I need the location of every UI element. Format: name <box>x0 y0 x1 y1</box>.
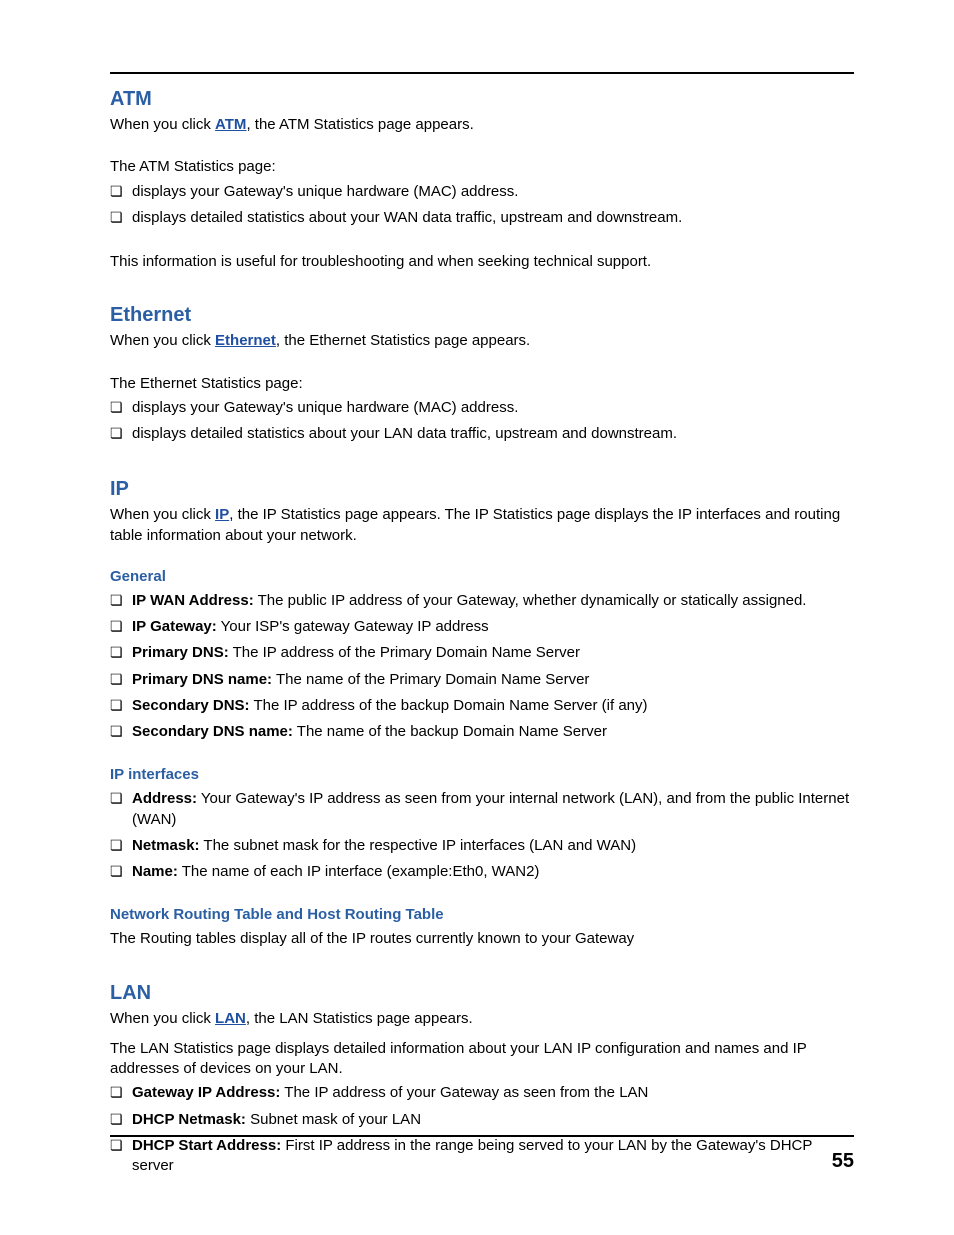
term: Primary DNS: <box>132 644 229 661</box>
ip-general-heading: General <box>110 568 854 585</box>
top-rule <box>110 72 854 74</box>
def: The public IP address of your Gateway, w… <box>254 592 807 609</box>
lan-lead: The LAN Statistics page displays detaile… <box>110 1039 854 1080</box>
ip-interfaces-heading: IP interfaces <box>110 766 854 783</box>
atm-footer: This information is useful for troublesh… <box>110 252 854 272</box>
def: Your Gateway's IP address as seen from y… <box>132 790 849 827</box>
ethernet-intro-pre: When you click <box>110 332 215 349</box>
def: Your ISP's gateway Gateway IP address <box>217 618 489 635</box>
list-item: displays your Gateway's unique hardware … <box>110 182 854 202</box>
atm-list: displays your Gateway's unique hardware … <box>110 182 854 229</box>
bottom-rule <box>110 1135 854 1137</box>
atm-heading: ATM <box>110 88 854 111</box>
atm-intro: When you click ATM, the ATM Statistics p… <box>110 115 854 135</box>
term: Address: <box>132 790 197 807</box>
term: IP Gateway: <box>132 618 217 635</box>
def: The name of each IP interface (example:E… <box>178 863 540 880</box>
list-item: Secondary DNS: The IP address of the bac… <box>110 696 854 716</box>
ip-link[interactable]: IP <box>215 506 229 523</box>
list-item: DHCP Start Address: First IP address in … <box>110 1136 854 1177</box>
lan-list: Gateway IP Address: The IP address of yo… <box>110 1083 854 1176</box>
list-item: Netmask: The subnet mask for the respect… <box>110 836 854 856</box>
term: DHCP Netmask: <box>132 1111 246 1128</box>
list-item: displays your Gateway's unique hardware … <box>110 398 854 418</box>
atm-link[interactable]: ATM <box>215 116 246 133</box>
def: The IP address of the Primary Domain Nam… <box>229 644 580 661</box>
def: The subnet mask for the respective IP in… <box>200 837 637 854</box>
list-item: DHCP Netmask: Subnet mask of your LAN <box>110 1110 854 1130</box>
lan-heading: LAN <box>110 982 854 1005</box>
list-item: Name: The name of each IP interface (exa… <box>110 862 854 882</box>
list-item: Primary DNS name: The name of the Primar… <box>110 670 854 690</box>
lan-intro: When you click LAN, the LAN Statistics p… <box>110 1009 854 1029</box>
list-item: Secondary DNS name: The name of the back… <box>110 722 854 742</box>
ethernet-list: displays your Gateway's unique hardware … <box>110 398 854 445</box>
list-item: Primary DNS: The IP address of the Prima… <box>110 643 854 663</box>
list-item: Gateway IP Address: The IP address of yo… <box>110 1083 854 1103</box>
lan-intro-pre: When you click <box>110 1010 215 1027</box>
term: Primary DNS name: <box>132 671 272 688</box>
page-number: 55 <box>832 1150 854 1173</box>
ip-intro-pre: When you click <box>110 506 215 523</box>
atm-intro-post: , the ATM Statistics page appears. <box>246 116 473 133</box>
ip-routing-heading: Network Routing Table and Host Routing T… <box>110 906 854 923</box>
list-item: IP WAN Address: The public IP address of… <box>110 591 854 611</box>
def: The name of the backup Domain Name Serve… <box>293 723 607 740</box>
ip-intro: When you click IP, the IP Statistics pag… <box>110 505 854 546</box>
list-item: displays detailed statistics about your … <box>110 424 854 444</box>
term: Secondary DNS: <box>132 697 250 714</box>
def: Subnet mask of your LAN <box>246 1111 421 1128</box>
ethernet-link[interactable]: Ethernet <box>215 332 276 349</box>
term: DHCP Start Address: <box>132 1137 281 1154</box>
page: ATM When you click ATM, the ATM Statisti… <box>0 0 954 1235</box>
term: Gateway IP Address: <box>132 1084 280 1101</box>
ethernet-intro: When you click Ethernet, the Ethernet St… <box>110 331 854 351</box>
ip-routing-body: The Routing tables display all of the IP… <box>110 929 854 949</box>
ip-general-list: IP WAN Address: The public IP address of… <box>110 591 854 743</box>
lan-intro-post: , the LAN Statistics page appears. <box>246 1010 473 1027</box>
lan-link[interactable]: LAN <box>215 1010 246 1027</box>
atm-lead: The ATM Statistics page: <box>110 157 854 177</box>
ip-interfaces-list: Address: Your Gateway's IP address as se… <box>110 789 854 882</box>
term: Secondary DNS name: <box>132 723 293 740</box>
def: The IP address of your Gateway as seen f… <box>280 1084 648 1101</box>
list-item: displays detailed statistics about your … <box>110 208 854 228</box>
ethernet-heading: Ethernet <box>110 304 854 327</box>
term: Netmask: <box>132 837 200 854</box>
list-item: Address: Your Gateway's IP address as se… <box>110 789 854 830</box>
ethernet-intro-post: , the Ethernet Statistics page appears. <box>276 332 530 349</box>
ethernet-lead: The Ethernet Statistics page: <box>110 374 854 394</box>
list-item: IP Gateway: Your ISP's gateway Gateway I… <box>110 617 854 637</box>
ip-heading: IP <box>110 478 854 501</box>
atm-intro-pre: When you click <box>110 116 215 133</box>
term: Name: <box>132 863 178 880</box>
def: The name of the Primary Domain Name Serv… <box>272 671 589 688</box>
def: The IP address of the backup Domain Name… <box>250 697 648 714</box>
term: IP WAN Address: <box>132 592 254 609</box>
